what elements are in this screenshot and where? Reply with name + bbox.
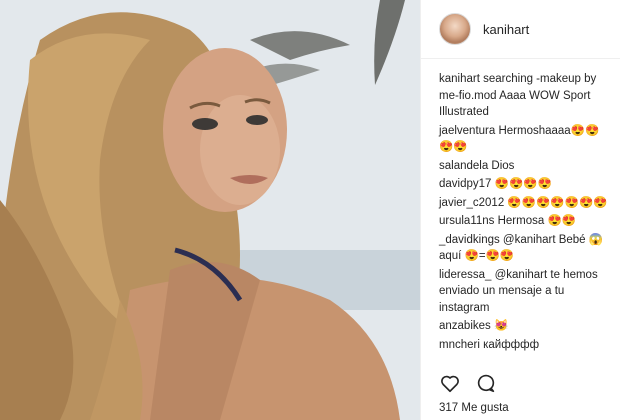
comment-text: Hermosa 😍😍	[494, 215, 577, 227]
comment-username[interactable]: davidpy17	[439, 178, 491, 190]
post-sidebar: kanihart kanihart searching -makeup by m…	[420, 0, 620, 420]
heart-icon[interactable]	[439, 372, 461, 394]
comment-text: 😍😍😍😍😍😍😍	[504, 196, 608, 209]
comment-item: ursula11ns Hermosa 😍😍	[439, 213, 610, 230]
comment-icon[interactable]	[475, 372, 497, 394]
comment-item: javier_c2012 😍😍😍😍😍😍😍	[439, 195, 610, 212]
comment-username[interactable]: javier_c2012	[439, 197, 504, 209]
comment-text: 😍😍😍😍	[491, 178, 552, 190]
comment-username[interactable]: salandela	[439, 160, 488, 172]
comment-username[interactable]: anzabikes	[439, 320, 491, 332]
comment-item: salandela Dios	[439, 158, 610, 175]
post-actions	[439, 372, 497, 394]
post-header: kanihart	[421, 0, 620, 59]
avatar[interactable]	[439, 13, 471, 45]
likes-count[interactable]: 317 Me gusta	[439, 402, 509, 414]
comment-username[interactable]: kanihart	[439, 73, 480, 85]
comment-item: anzabikes 😻	[439, 318, 610, 335]
comment-item: kanihart searching -makeup by me-fio.mod…	[439, 71, 610, 121]
comment-text: кайфффф	[479, 338, 540, 351]
comment-item: jaelventura Hermoshaaaa😍😍😍😍	[439, 123, 610, 156]
comments-list: kanihart searching -makeup by me-fio.mod…	[421, 59, 620, 353]
comment-item: _davidkings @kanihart Bebé 😱 aquí 😍=😍😍	[439, 232, 610, 265]
comment-username[interactable]: lideressa_	[439, 269, 491, 281]
comment-username[interactable]: _davidkings	[439, 234, 500, 246]
portrait-image	[0, 0, 420, 420]
comment-item: lideressa_ @kanihart te hemos enviado un…	[439, 267, 610, 317]
post-photo[interactable]	[0, 0, 420, 420]
comment-username[interactable]: jaelventura	[439, 125, 495, 137]
comment-item: davidpy17 😍😍😍😍	[439, 176, 610, 193]
instagram-post: kanihart kanihart searching -makeup by m…	[0, 0, 620, 420]
comment-text: 😻	[490, 320, 509, 332]
comment-username[interactable]: ursula11ns	[439, 215, 494, 227]
header-username[interactable]: kanihart	[483, 22, 529, 37]
comment-item: mncheri кайфффф	[439, 337, 610, 354]
comment-username[interactable]: mncheri	[439, 339, 480, 351]
comment-text: Dios	[488, 159, 515, 172]
